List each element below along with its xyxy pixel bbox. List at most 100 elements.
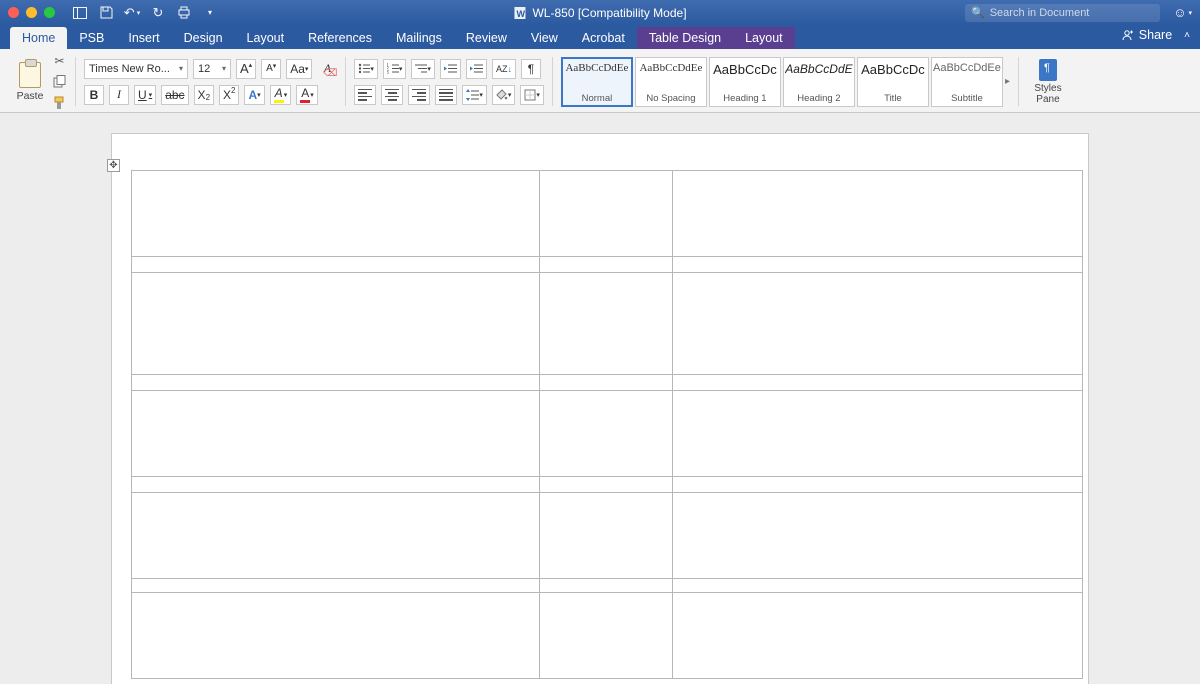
style-normal[interactable]: AaBbCcDdEeNormal: [561, 57, 633, 107]
quick-access-toolbar: ↶▾ ↻ ▾: [73, 6, 217, 20]
table-row[interactable]: [132, 171, 1083, 257]
tab-insert[interactable]: Insert: [116, 27, 171, 49]
tab-table-layout[interactable]: Layout: [733, 27, 795, 49]
redo-icon[interactable]: ↻: [151, 6, 165, 20]
increase-indent-button[interactable]: [466, 59, 487, 79]
table-row[interactable]: [132, 273, 1083, 375]
clear-formatting-button[interactable]: A⌫: [317, 59, 337, 79]
ribbon: Paste ✂ Times New Ro...▾ 12▾ A▴ A▾ Aa▾ A…: [0, 49, 1200, 113]
tab-design[interactable]: Design: [172, 27, 235, 49]
feedback-button[interactable]: ☺▾: [1173, 5, 1192, 20]
italic-button[interactable]: I: [109, 85, 129, 105]
clipboard-icon: [19, 62, 41, 88]
sort-button[interactable]: AZ↓: [492, 59, 516, 79]
subscript-button[interactable]: X2: [194, 85, 214, 105]
table-row[interactable]: [132, 477, 1083, 493]
undo-icon[interactable]: ↶▾: [125, 6, 139, 20]
justify-button[interactable]: [435, 85, 457, 105]
align-center-button[interactable]: [381, 85, 403, 105]
document-workspace: ✥: [0, 113, 1200, 684]
style-label: Title: [884, 93, 902, 104]
copy-icon[interactable]: [52, 74, 67, 89]
table-row[interactable]: [132, 375, 1083, 391]
tab-acrobat[interactable]: Acrobat: [570, 27, 637, 49]
minimize-window-button[interactable]: [26, 7, 37, 18]
document-title-text: WL-850 [Compatibility Mode]: [532, 6, 686, 20]
font-size-combo[interactable]: 12▾: [193, 59, 231, 79]
search-placeholder: Search in Document: [990, 7, 1090, 19]
tab-mailings[interactable]: Mailings: [384, 27, 454, 49]
line-spacing-button[interactable]: ▾: [462, 85, 487, 105]
style-preview: AaBbCcDc: [713, 62, 777, 77]
window-controls: [8, 7, 55, 18]
style-heading-2[interactable]: AaBbCcDdEHeading 2: [783, 57, 855, 107]
share-label: Share: [1139, 28, 1172, 42]
style-label: Heading 2: [797, 93, 840, 104]
grow-font-button[interactable]: A▴: [236, 59, 256, 79]
save-icon[interactable]: [99, 6, 113, 20]
gallery-scroll-icon[interactable]: ▸: [1005, 76, 1010, 87]
zoom-window-button[interactable]: [44, 7, 55, 18]
text-effects-button[interactable]: A▾: [244, 85, 264, 105]
svg-text:3: 3: [387, 70, 389, 74]
style-subtitle[interactable]: AaBbCcDdEeSubtitle: [931, 57, 1003, 107]
decrease-indent-button[interactable]: [440, 59, 461, 79]
highlight-button[interactable]: A▾: [270, 85, 292, 105]
sidebar-toggle-icon[interactable]: [73, 6, 87, 20]
styles-group: AaBbCcDdEeNormalAaBbCcDdEeNo SpacingAaBb…: [555, 53, 1016, 110]
tab-view[interactable]: View: [519, 27, 570, 49]
table-row[interactable]: [132, 391, 1083, 477]
style-no-spacing[interactable]: AaBbCcDdEeNo Spacing: [635, 57, 707, 107]
style-preview: AaBbCcDdEe: [565, 62, 628, 74]
font-group: Times New Ro...▾ 12▾ A▴ A▾ Aa▾ A⌫ B I U▾…: [78, 53, 343, 110]
word-doc-icon: W: [513, 6, 526, 20]
search-input[interactable]: 🔍 Search in Document: [965, 4, 1160, 22]
strikethrough-button[interactable]: abc: [161, 85, 188, 105]
align-left-button[interactable]: [354, 85, 376, 105]
table-row[interactable]: [132, 493, 1083, 579]
collapse-ribbon-icon[interactable]: ˄: [1184, 30, 1190, 41]
tab-references[interactable]: References: [296, 27, 384, 49]
styles-pane-button[interactable]: StylesPane: [1027, 59, 1069, 105]
underline-button[interactable]: U▾: [134, 85, 156, 105]
numbering-button[interactable]: 123▾: [383, 59, 407, 79]
align-right-button[interactable]: [408, 85, 430, 105]
paste-button[interactable]: Paste: [12, 62, 48, 102]
share-button[interactable]: Share ˄: [1121, 28, 1190, 42]
label-table[interactable]: [131, 170, 1083, 679]
shrink-font-button[interactable]: A▾: [261, 59, 281, 79]
bullets-button[interactable]: ▾: [354, 59, 378, 79]
close-window-button[interactable]: [8, 7, 19, 18]
table-row[interactable]: [132, 257, 1083, 273]
qat-customize-icon[interactable]: ▾: [203, 6, 217, 20]
bold-button[interactable]: B: [84, 85, 104, 105]
paste-label: Paste: [17, 90, 44, 102]
multilevel-list-button[interactable]: ▾: [411, 59, 435, 79]
tab-home[interactable]: Home: [10, 27, 67, 49]
svg-text:W: W: [516, 9, 525, 19]
style-preview: AaBbCcDc: [861, 62, 925, 77]
ribbon-tabs: Home PSB Insert Design Layout References…: [0, 25, 1200, 49]
table-row[interactable]: [132, 593, 1083, 679]
table-move-handle[interactable]: ✥: [107, 159, 120, 172]
style-heading-1[interactable]: AaBbCcDcHeading 1: [709, 57, 781, 107]
show-marks-button[interactable]: ¶: [521, 59, 541, 79]
tab-psb[interactable]: PSB: [67, 27, 116, 49]
format-painter-icon[interactable]: [52, 95, 67, 110]
table-row[interactable]: [132, 579, 1083, 593]
font-name-combo[interactable]: Times New Ro...▾: [84, 59, 188, 79]
change-case-button[interactable]: Aa▾: [286, 59, 312, 79]
borders-button[interactable]: ▾: [520, 85, 544, 105]
clipboard-group: Paste ✂: [6, 53, 73, 110]
tab-table-design[interactable]: Table Design: [637, 27, 733, 49]
page[interactable]: ✥: [111, 133, 1089, 684]
shading-button[interactable]: ▾: [492, 85, 516, 105]
superscript-button[interactable]: X2: [219, 85, 239, 105]
cut-icon[interactable]: ✂: [52, 53, 67, 68]
print-icon[interactable]: [177, 6, 191, 20]
style-preview: AaBbCcDdEe: [933, 62, 1001, 74]
style-title[interactable]: AaBbCcDc Title: [857, 57, 929, 107]
tab-layout[interactable]: Layout: [235, 27, 297, 49]
font-color-button[interactable]: A▾: [296, 85, 318, 105]
tab-review[interactable]: Review: [454, 27, 519, 49]
